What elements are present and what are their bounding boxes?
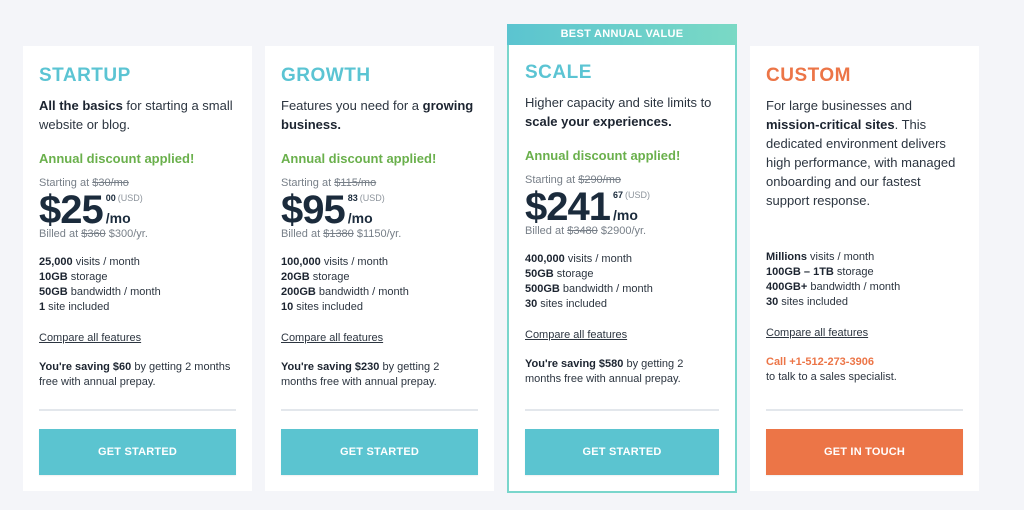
plan-name: CUSTOM: [766, 65, 851, 86]
savings-note: You're saving $230 by getting 2 months f…: [281, 360, 478, 390]
plan-name: GROWTH: [281, 65, 371, 86]
plan-card-custom: CUSTOM For large businesses and mission-…: [750, 46, 979, 491]
plan-description: All the basics for starting a small webs…: [39, 96, 236, 144]
feature-item: 10 sites included: [281, 301, 363, 313]
feature-item: 400GB+ bandwidth / month: [766, 281, 901, 293]
price-cents: 83: [347, 193, 358, 203]
feature-item: 100,000 visits / month: [281, 256, 389, 268]
plan-card-scale: BEST ANNUAL VALUE SCALE Higher capacity …: [507, 24, 737, 493]
divider: [525, 409, 719, 411]
currency-label: (USD): [359, 193, 385, 203]
price-amount: $241: [525, 185, 611, 229]
discount-label: Annual discount applied!: [39, 151, 195, 166]
price-cents: 67: [612, 190, 623, 200]
feature-list: 100,000 visits / month 20GB storage 200G…: [281, 255, 478, 315]
price: $241 67 (USD) /mo: [525, 185, 719, 229]
description-emphasis: mission-critical sites: [766, 117, 895, 132]
description-emphasis: scale your experiences.: [525, 114, 672, 129]
get-in-touch-button[interactable]: GET IN TOUCH: [766, 429, 963, 475]
feature-list: 400,000 visits / month 50GB storage 500G…: [525, 252, 719, 312]
get-started-button[interactable]: GET STARTED: [39, 429, 236, 475]
compare-features-link[interactable]: Compare all features: [525, 328, 627, 343]
discount-label: Annual discount applied!: [281, 151, 437, 166]
feature-list: Millions visits / month 100GB – 1TB stor…: [766, 250, 963, 310]
get-started-button[interactable]: GET STARTED: [281, 429, 478, 475]
price-amount: $25: [39, 188, 104, 232]
divider: [39, 409, 236, 411]
description-text: Higher capacity and site limits to: [525, 95, 712, 110]
price-period: /mo: [347, 210, 373, 226]
divider: [766, 409, 963, 411]
phone-link[interactable]: Call +1-512-273-3906: [766, 355, 963, 370]
compare-features-link[interactable]: Compare all features: [766, 326, 868, 341]
billed-new-price: $1150/yr.: [353, 228, 402, 240]
compare-features-link[interactable]: Compare all features: [281, 331, 383, 346]
sales-contact-note: Call +1-512-273-3906 to talk to a sales …: [766, 355, 963, 385]
feature-item: 10GB storage: [39, 271, 108, 283]
feature-list: 25,000 visits / month 10GB storage 50GB …: [39, 255, 236, 315]
plan-name: STARTUP: [39, 65, 131, 86]
sales-contact-text: to talk to a sales specialist.: [766, 371, 897, 383]
plan-description: For large businesses and mission-critica…: [766, 96, 963, 210]
feature-item: 200GB bandwidth / month: [281, 286, 409, 298]
description-text: For large businesses and: [766, 98, 912, 113]
currency-label: (USD): [625, 190, 650, 200]
feature-item: Millions visits / month: [766, 251, 875, 263]
billed-new-price: $300/yr.: [105, 228, 148, 240]
price-amount: $95: [281, 188, 346, 232]
divider: [281, 409, 478, 411]
discount-label: Annual discount applied!: [525, 148, 681, 163]
feature-item: 20GB storage: [281, 271, 350, 283]
feature-item: 500GB bandwidth / month: [525, 283, 653, 295]
savings-note: You're saving $60 by getting 2 months fr…: [39, 360, 236, 390]
get-started-button[interactable]: GET STARTED: [525, 429, 719, 475]
feature-item: 30 sites included: [766, 296, 848, 308]
best-value-badge: BEST ANNUAL VALUE: [507, 24, 737, 45]
description-text: Features you need for a: [281, 98, 423, 113]
feature-item: 50GB bandwidth / month: [39, 286, 161, 298]
price-cents: 00: [105, 193, 116, 203]
savings-note: You're saving $580 by getting 2 months f…: [525, 357, 719, 387]
feature-item: 25,000 visits / month: [39, 256, 140, 268]
feature-item: 30 sites included: [525, 298, 607, 310]
price-period: /mo: [105, 210, 131, 226]
plan-description: Higher capacity and site limits to scale…: [525, 93, 719, 141]
feature-item: 100GB – 1TB storage: [766, 266, 874, 278]
currency-label: (USD): [117, 193, 143, 203]
feature-item: 50GB storage: [525, 268, 594, 280]
compare-features-link[interactable]: Compare all features: [39, 331, 141, 346]
plan-card-startup: STARTUP All the basics for starting a sm…: [23, 46, 252, 491]
savings-amount: You're saving $60: [39, 361, 132, 373]
description-emphasis: All the basics: [39, 98, 123, 113]
plan-card-growth: GROWTH Features you need for a growing b…: [265, 46, 494, 491]
plan-description: Features you need for a growing business…: [281, 96, 478, 144]
savings-amount: You're saving $580: [525, 358, 624, 370]
price: $25 00 (USD) /mo: [39, 188, 236, 232]
price: $95 83 (USD) /mo: [281, 188, 478, 232]
plan-name: SCALE: [525, 62, 592, 83]
feature-item: 1 site included: [39, 301, 110, 313]
savings-amount: You're saving $230: [281, 361, 380, 373]
price-period: /mo: [612, 207, 638, 223]
feature-item: 400,000 visits / month: [525, 253, 633, 265]
